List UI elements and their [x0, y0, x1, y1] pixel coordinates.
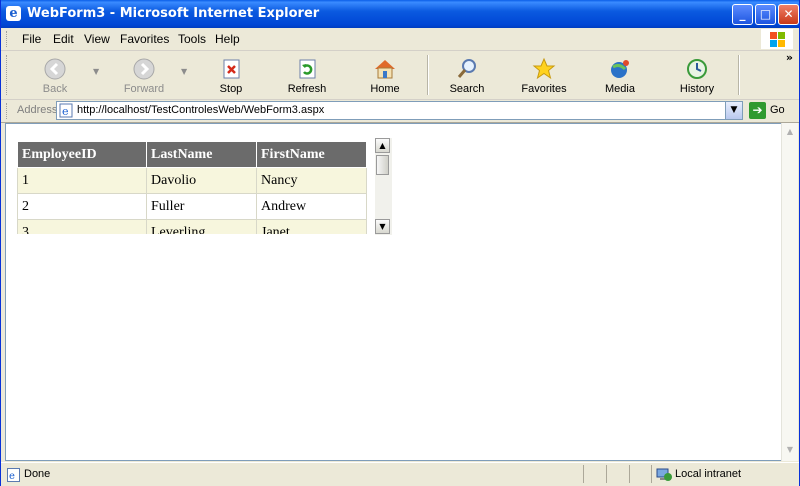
grid-scroll-up-button[interactable]: ▲ [375, 138, 390, 153]
window-title: WebForm3 - Microsoft Internet Explorer [27, 6, 320, 21]
search-button[interactable]: Search [447, 53, 487, 97]
media-button[interactable]: Media [603, 53, 637, 97]
page-scroll-down-button[interactable]: ▼ [783, 443, 797, 457]
table-row: 2 Fuller Andrew [17, 193, 367, 220]
addressbar-grip[interactable] [6, 103, 10, 119]
menu-tools[interactable]: Tools [178, 32, 206, 46]
cell-employeeid: 2 [17, 193, 147, 220]
standard-toolbar: Back ▼ Forward ▼ Stop Refresh Home Searc… [1, 51, 799, 100]
favorites-button[interactable]: Favorites [519, 53, 569, 97]
local-intranet-icon [656, 467, 672, 481]
favorites-star-icon [532, 57, 556, 81]
menu-bar: File Edit View Favorites Tools Help [1, 28, 799, 51]
media-icon [608, 57, 632, 81]
maximize-button[interactable]: □ [755, 4, 776, 25]
home-icon [373, 57, 397, 81]
cell-lastname: Fuller [146, 193, 257, 220]
go-button[interactable]: Go [770, 104, 785, 116]
grid-scroll-down-button[interactable]: ▼ [375, 219, 390, 234]
table-row: 1 Davolio Nancy [17, 167, 367, 194]
address-dropdown-icon[interactable]: ▼ [725, 102, 742, 119]
status-pane-divider [583, 465, 584, 483]
home-button[interactable]: Home [367, 53, 403, 97]
status-bar: e Done Local intranet [1, 462, 799, 486]
status-pane-divider [606, 465, 607, 483]
column-header-firstname: FirstName [256, 141, 367, 168]
toolbar-overflow-chevron[interactable]: » [786, 51, 793, 64]
toolbar-separator [427, 55, 429, 95]
browser-window: e WebForm3 - Microsoft Internet Explorer… [0, 0, 800, 486]
employee-datagrid: EmployeeID LastName FirstName 1 Davolio … [17, 141, 367, 234]
status-text: Done [24, 468, 51, 480]
page-status-icon: e [7, 467, 21, 482]
refresh-icon [295, 57, 319, 81]
cell-lastname: Leverling [146, 219, 257, 234]
close-button[interactable]: ✕ [778, 4, 799, 25]
ie-logo-icon: e [6, 6, 21, 21]
page-content: EmployeeID LastName FirstName 1 Davolio … [5, 123, 781, 461]
cell-firstname: Janet [256, 219, 367, 234]
grid-scroll-thumb[interactable] [376, 155, 389, 175]
page-scrollbar[interactable]: ▲ ▼ [781, 123, 798, 461]
address-url: http://localhost/TestControlesWeb/WebFor… [77, 104, 325, 116]
search-icon [455, 57, 479, 81]
minimize-button[interactable]: _ [732, 4, 753, 25]
cell-firstname: Andrew [256, 193, 367, 220]
menubar-grip[interactable] [6, 31, 10, 47]
title-bar[interactable]: e WebForm3 - Microsoft Internet Explorer… [1, 0, 799, 28]
forward-button[interactable]: Forward [119, 53, 169, 97]
windows-logo-icon [761, 29, 793, 49]
cell-employeeid: 1 [17, 167, 147, 194]
page-scroll-up-button[interactable]: ▲ [783, 125, 797, 139]
status-pane-divider [651, 465, 652, 483]
cell-lastname: Davolio [146, 167, 257, 194]
address-label: Address [17, 104, 58, 116]
back-dropdown-icon[interactable]: ▼ [93, 67, 99, 76]
go-arrow-icon[interactable]: ➔ [749, 102, 766, 119]
svg-text:e: e [9, 471, 15, 482]
menu-favorites[interactable]: Favorites [120, 32, 169, 46]
address-input[interactable]: e http://localhost/TestControlesWeb/WebF… [56, 101, 743, 120]
page-icon: e [59, 103, 74, 118]
address-bar: Address e http://localhost/TestControles… [1, 100, 799, 123]
security-zone-label: Local intranet [675, 468, 742, 480]
menu-view[interactable]: View [84, 32, 110, 46]
refresh-button[interactable]: Refresh [285, 53, 329, 97]
grid-scrollbar[interactable]: ▲ ▼ [375, 138, 392, 235]
toolbar-grip[interactable] [6, 55, 10, 95]
menu-file[interactable]: File [22, 32, 41, 46]
toolbar-separator [738, 55, 740, 95]
stop-icon [219, 57, 243, 81]
status-pane-divider [629, 465, 630, 483]
history-clock-icon [685, 57, 709, 81]
column-header-lastname: LastName [146, 141, 257, 168]
svg-text:e: e [62, 105, 69, 118]
history-button[interactable]: History [677, 53, 717, 97]
forward-dropdown-icon[interactable]: ▼ [181, 67, 187, 76]
employee-grid-viewport: EmployeeID LastName FirstName 1 Davolio … [17, 141, 370, 234]
grid-header-row: EmployeeID LastName FirstName [17, 141, 367, 168]
back-button[interactable]: Back [35, 53, 75, 97]
column-header-employeeid: EmployeeID [17, 141, 147, 168]
back-arrow-icon [43, 57, 67, 81]
forward-arrow-icon [132, 57, 156, 81]
menu-help[interactable]: Help [215, 32, 240, 46]
cell-employeeid: 3 [17, 219, 147, 234]
menu-edit[interactable]: Edit [53, 32, 74, 46]
stop-button[interactable]: Stop [213, 53, 249, 97]
table-row: 3 Leverling Janet [17, 219, 367, 234]
cell-firstname: Nancy [256, 167, 367, 194]
